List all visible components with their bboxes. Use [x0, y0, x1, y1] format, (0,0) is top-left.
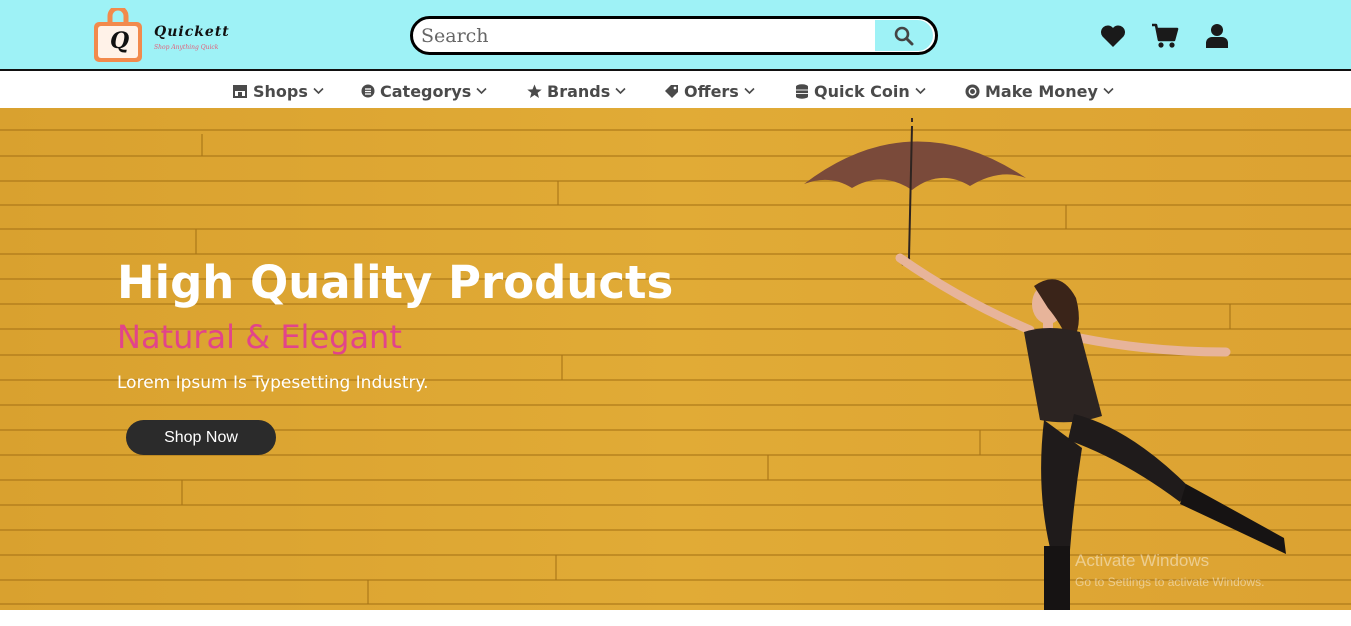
watermark-title: Activate Windows	[1075, 551, 1210, 570]
search-icon	[894, 26, 914, 45]
chevron-down-icon	[476, 87, 487, 95]
activate-windows-watermark: Activate Windows Go to Settings to activ…	[1075, 551, 1264, 589]
shop-now-button[interactable]: Shop Now	[126, 420, 276, 455]
logo-mark-letter: Q	[110, 28, 130, 54]
chevron-down-icon	[615, 87, 626, 95]
page-bottom-strip	[0, 610, 1351, 626]
nav-item-shops[interactable]: Shops	[232, 80, 324, 102]
nav-item-quick-coin[interactable]: Quick Coin	[795, 80, 926, 102]
logo-tagline: Shop Anything Quick	[154, 44, 219, 51]
cart-button[interactable]	[1151, 22, 1179, 50]
nav-item-offers[interactable]: Offers	[664, 80, 755, 102]
account-button[interactable]	[1203, 22, 1231, 50]
chevron-down-icon	[744, 87, 755, 95]
hero-title: High Quality Products	[117, 256, 674, 309]
chevron-down-icon	[1103, 87, 1114, 95]
coins-icon	[796, 83, 808, 99]
chevron-down-icon	[915, 87, 926, 95]
hero-description: Lorem Ipsum Is Typesetting Industry.	[117, 373, 429, 393]
hero-background-image	[0, 108, 1351, 610]
search-input[interactable]	[417, 22, 877, 49]
nav-label: Quick Coin	[814, 81, 910, 101]
store-icon	[233, 85, 247, 98]
site-header: Q Quickett Shop Anything Quick	[0, 0, 1351, 71]
watermark-subtitle: Go to Settings to activate Windows.	[1075, 575, 1265, 589]
money-icon	[965, 84, 980, 98]
cart-icon	[1152, 23, 1179, 48]
nav-label: Shops	[253, 81, 308, 101]
main-nav: Shops Categorys Brands Offers Quick Coin…	[0, 71, 1351, 108]
nav-item-make-money[interactable]: Make Money	[965, 80, 1114, 102]
nav-label: Offers	[684, 81, 739, 101]
user-icon	[1206, 24, 1228, 48]
list-icon	[361, 84, 375, 98]
nav-item-categorys[interactable]: Categorys	[361, 80, 487, 102]
heart-icon	[1100, 25, 1126, 47]
nav-item-brands[interactable]: Brands	[527, 80, 626, 102]
star-icon	[527, 84, 542, 98]
hero-subtitle: Natural & Elegant	[117, 318, 402, 356]
logo-brand-name: Quickett	[154, 24, 230, 40]
hero-banner: High Quality Products Natural & Elegant …	[0, 108, 1351, 610]
search-button[interactable]	[875, 20, 933, 51]
nav-label: Brands	[547, 81, 611, 101]
nav-label: Make Money	[985, 81, 1098, 101]
tag-icon	[665, 84, 678, 98]
site-logo[interactable]: Q Quickett Shop Anything Quick	[88, 8, 268, 64]
search-bar	[410, 16, 938, 55]
nav-label: Categorys	[380, 81, 472, 101]
wishlist-button[interactable]	[1099, 22, 1127, 50]
chevron-down-icon	[313, 87, 324, 95]
